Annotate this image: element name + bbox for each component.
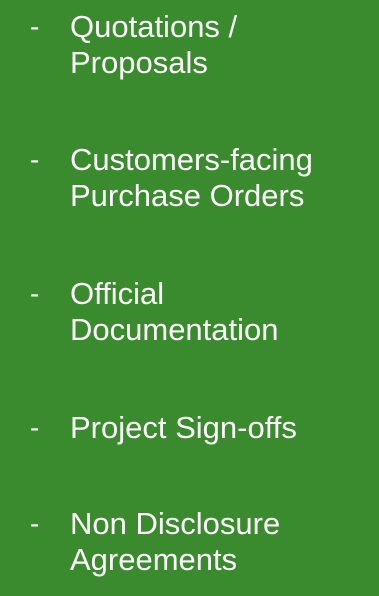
list-item-label: Customers-facing Purchase Orders [70,142,313,213]
bullet-dash: - [30,278,40,309]
slide-background: - Quotations / Proposals - Customers-fac… [0,0,379,589]
list-item-nda: - Non Disclosure Agreements [0,506,379,596]
list-item-documentation: - Official Documentation [0,276,379,366]
list-item-label: Official Documentation [70,276,279,347]
list-item-label: Project Sign-offs [70,410,297,445]
list-item-purchase-orders: - Customers-facing Purchase Orders [0,142,379,232]
list-item-label: Non Disclosure Agreements [70,506,281,577]
list-item-quotations: - Quotations / Proposals [0,9,379,99]
bullet-dash: - [30,144,40,175]
bullet-dash: - [30,412,40,443]
list-item-sign-offs: - Project Sign-offs [0,410,379,500]
bullet-dash: - [30,11,40,42]
list-item-label: Quotations / Proposals [70,9,238,80]
bullet-dash: - [30,508,40,539]
